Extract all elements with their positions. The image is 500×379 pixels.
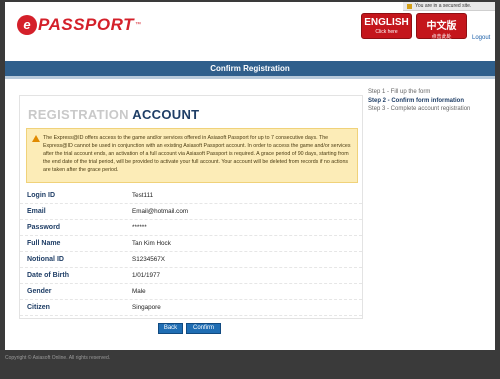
step-2: Step 2 - Confirm form information	[368, 97, 464, 104]
logo-trademark: ™	[134, 22, 141, 28]
row-citizen: Citizen Singapore	[20, 300, 362, 316]
label-national-id: Notional ID	[27, 256, 64, 263]
english-label: ENGLISH	[364, 17, 409, 28]
page: e PASSPORT ™ You are in a secured site. …	[0, 0, 500, 379]
label-full-name: Full Name	[27, 240, 61, 247]
row-email: Email Email@hotmail.com	[20, 204, 362, 220]
label-date-of-birth: Date of Birth	[27, 272, 69, 279]
secure-site-text: You are in a secured site.	[415, 3, 472, 9]
chinese-language-button[interactable]: 中文版 点击此处	[416, 13, 467, 40]
chinese-sub-label: 点击此处	[431, 34, 452, 40]
confirm-button[interactable]: Confirm	[186, 323, 221, 334]
logout-link[interactable]: Logout	[472, 35, 490, 41]
registration-steps: Step 1 - Fill up the form Step 2 - Confi…	[368, 88, 470, 114]
row-gender: Gender Male	[20, 284, 362, 300]
epassport-logo[interactable]: e PASSPORT ™	[17, 14, 141, 36]
lock-icon	[407, 3, 412, 9]
value-citizen: Singapore	[132, 304, 161, 311]
value-national-id: S1234567X	[132, 256, 165, 263]
notice-text: The Express@ID offers access to the game…	[43, 135, 351, 173]
footer-copyright: Copyright © Asiasoft Online. All rights …	[5, 355, 111, 361]
label-login-id: Login ID	[27, 192, 55, 199]
registration-title-part2: ACCOUNT	[132, 107, 200, 122]
value-date-of-birth: 1/01/1977	[132, 272, 161, 279]
step-1: Step 1 - Fill up the form	[368, 89, 431, 95]
logo-text: PASSPORT	[38, 15, 134, 34]
registration-title: REGISTRATION ACCOUNT	[28, 107, 199, 122]
chinese-label: 中文版	[426, 21, 457, 32]
label-password: Password	[27, 224, 61, 231]
registration-panel: REGISTRATION ACCOUNT The Express@ID offe…	[19, 95, 363, 319]
page-title-bar: Confirm Registration	[5, 61, 495, 79]
row-password: Password ******	[20, 220, 362, 236]
value-login-id: Test111	[132, 192, 154, 199]
back-button[interactable]: Back	[158, 323, 183, 334]
header: e PASSPORT ™ You are in a secured site. …	[5, 2, 495, 56]
trial-notice: The Express@ID offers access to the game…	[26, 128, 358, 183]
row-full-name: Full Name Tan Kim Hock	[20, 236, 362, 252]
row-login-id: Login ID Test111	[20, 188, 362, 204]
value-full-name: Tan Kim Hock	[132, 240, 171, 247]
value-email: Email@hotmail.com	[132, 208, 189, 215]
account-details: Login ID Test111 Email Email@hotmail.com…	[20, 188, 362, 316]
warning-icon	[32, 135, 40, 142]
label-citizen: Citizen	[27, 304, 50, 311]
english-sub-label: Click here	[375, 29, 398, 35]
main-window: e PASSPORT ™ You are in a secured site. …	[5, 2, 495, 350]
value-gender: Male	[132, 288, 146, 295]
label-gender: Gender	[27, 288, 52, 295]
value-password: ******	[132, 224, 147, 231]
label-email: Email	[27, 208, 46, 215]
secure-site-notice: You are in a secured site.	[403, 2, 495, 11]
registration-title-part1: REGISTRATION	[28, 107, 129, 122]
row-date-of-birth: Date of Birth 1/01/1977	[20, 268, 362, 284]
logo-e-mark: e	[17, 15, 37, 35]
step-3: Step 3 - Complete account registration	[368, 106, 471, 112]
english-language-button[interactable]: ENGLISH Click here	[361, 13, 412, 39]
row-national-id: Notional ID S1234567X	[20, 252, 362, 268]
